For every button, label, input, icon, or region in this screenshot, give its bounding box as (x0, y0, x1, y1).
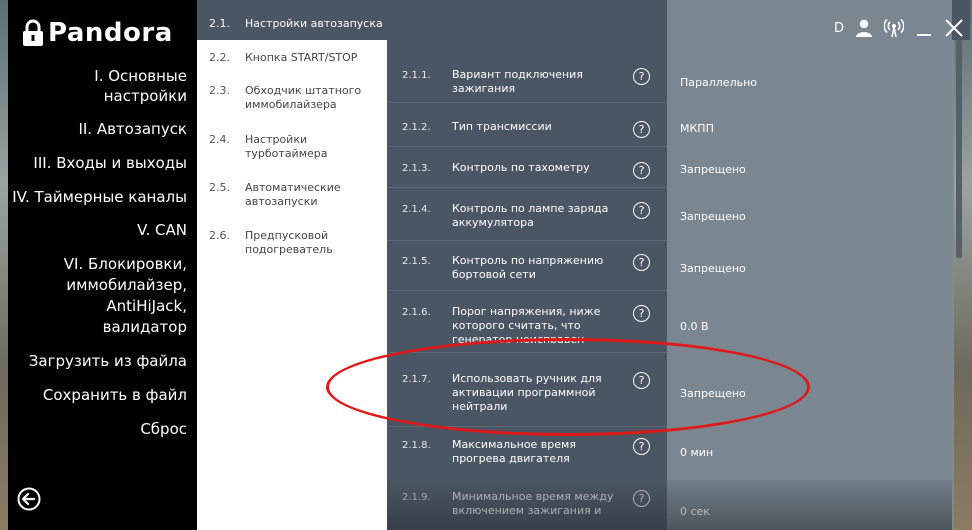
submenu-item-label: Предпусковой подогреватель (245, 229, 333, 256)
submenu-item-number: 2.6. (209, 229, 230, 242)
param-name: Контроль по лампе заряда аккумулятора (452, 202, 609, 229)
param-name: Минимальное время между включением зажиг… (452, 490, 614, 517)
menu-item-reset[interactable]: Сброс (8, 419, 197, 439)
menu-item-inputs-outputs[interactable]: III. Входы и выходы (8, 153, 197, 173)
back-arrow-icon[interactable] (17, 487, 41, 511)
row-divider (387, 187, 667, 188)
sidebar: Pandora I. Основные настройки II. Автоза… (8, 0, 197, 530)
help-icon[interactable]: ? (633, 438, 650, 455)
desktop-background-left (0, 0, 8, 530)
minimize-icon[interactable] (914, 18, 934, 38)
scrollbar[interactable] (956, 40, 962, 258)
help-icon[interactable]: ? (633, 202, 650, 219)
close-icon[interactable] (944, 18, 964, 38)
window-controls: D (834, 18, 964, 38)
profile-letter[interactable]: D (834, 21, 844, 36)
submenu-item-number: 2.2. (209, 51, 230, 64)
param-name: Контроль по напряжению бортовой сети (452, 254, 604, 281)
submenu-item-label: Настройки турботаймера (245, 133, 328, 160)
submenu-item-label: Автоматические автозапуски (245, 181, 341, 208)
param-number: 2.1.5. (402, 256, 431, 267)
param-name: Порог напряжения, ниже которого считать,… (452, 305, 601, 343)
wireless-icon[interactable] (884, 18, 904, 38)
param-value[interactable]: МКПП (680, 122, 714, 135)
row-divider (387, 240, 667, 241)
param-value[interactable]: Запрещено (680, 163, 746, 176)
param-name: Тип трансмиссии (452, 120, 552, 133)
param-value[interactable]: 0.0 В (680, 320, 709, 333)
param-number: 2.1.1. (402, 70, 431, 81)
row-divider (387, 426, 667, 427)
row-divider (387, 290, 667, 291)
param-number: 2.1.8. (402, 440, 431, 451)
submenu-item-autostart-settings[interactable]: 2.1. Настройки автозапуска (197, 0, 387, 40)
help-icon[interactable]: ? (633, 372, 650, 389)
param-value[interactable]: Запрещено (680, 387, 746, 400)
submenu-item-number: 2.1. (209, 17, 230, 30)
submenu-item-number: 2.3. (209, 84, 230, 97)
menu-item-can[interactable]: V. CAN (8, 220, 197, 240)
lock-icon (23, 19, 43, 46)
help-icon[interactable]: ? (633, 162, 650, 179)
menu-item-save-to-file[interactable]: Сохранить в файл (8, 385, 197, 405)
row-divider (387, 146, 667, 147)
brand-name: Pandora (48, 18, 173, 48)
menu-item-autostart[interactable]: II. Автозапуск (8, 119, 197, 139)
user-icon[interactable] (854, 18, 874, 38)
param-value[interactable]: Запрещено (680, 262, 746, 275)
param-number: 2.1.6. (402, 307, 431, 318)
param-number: 2.1.9. (402, 492, 431, 503)
param-value[interactable]: 0 сек (680, 505, 710, 518)
help-icon[interactable]: ? (633, 121, 650, 138)
logo: Pandora (22, 18, 173, 48)
row-divider (387, 352, 667, 353)
submenu-item-label: Кнопка START/STOP (245, 51, 358, 64)
help-icon[interactable]: ? (633, 254, 650, 271)
param-number: 2.1.2. (402, 122, 431, 133)
param-name: Контроль по тахометру (452, 161, 590, 174)
submenu-item-number: 2.5. (209, 181, 230, 194)
param-number: 2.1.3. (402, 163, 431, 174)
param-number: 2.1.4. (402, 204, 431, 215)
help-icon[interactable]: ? (633, 68, 650, 85)
main-menu: I. Основные настройки II. Автозапуск III… (8, 66, 197, 439)
menu-item-load-from-file[interactable]: Загрузить из файла (8, 351, 197, 371)
help-icon[interactable]: ? (633, 305, 650, 322)
help-icon[interactable]: ? (633, 490, 650, 507)
submenu-item-number: 2.4. (209, 133, 230, 146)
param-name: Вариант подключения зажигания (452, 68, 583, 95)
param-name: Максимальное время прогрева двигателя (452, 438, 576, 465)
param-value[interactable]: 0 мин (680, 446, 713, 459)
param-value[interactable]: Параллельно (680, 76, 757, 89)
param-value[interactable]: Запрещено (680, 210, 746, 223)
param-number: 2.1.7. (402, 374, 431, 385)
submenu-item-label: Настройки автозапуска (245, 17, 383, 30)
menu-item-immobilizer[interactable]: VI. Блокировки, иммобилайзер, AntiHiJack… (8, 254, 197, 338)
menu-item-timer-channels[interactable]: IV. Таймерные каналы (8, 187, 197, 207)
param-name: Использовать ручник для активации програ… (452, 372, 602, 413)
menu-item-basic-settings[interactable]: I. Основные настройки (8, 66, 197, 106)
row-divider (387, 102, 667, 103)
submenu-panel: 2.1. Настройки автозапуска 2.2. Кнопка S… (197, 0, 387, 530)
submenu-item-label: Обходчик штатного иммобилайзера (245, 84, 362, 111)
app-window: Pandora I. Основные настройки II. Автоза… (8, 0, 970, 530)
